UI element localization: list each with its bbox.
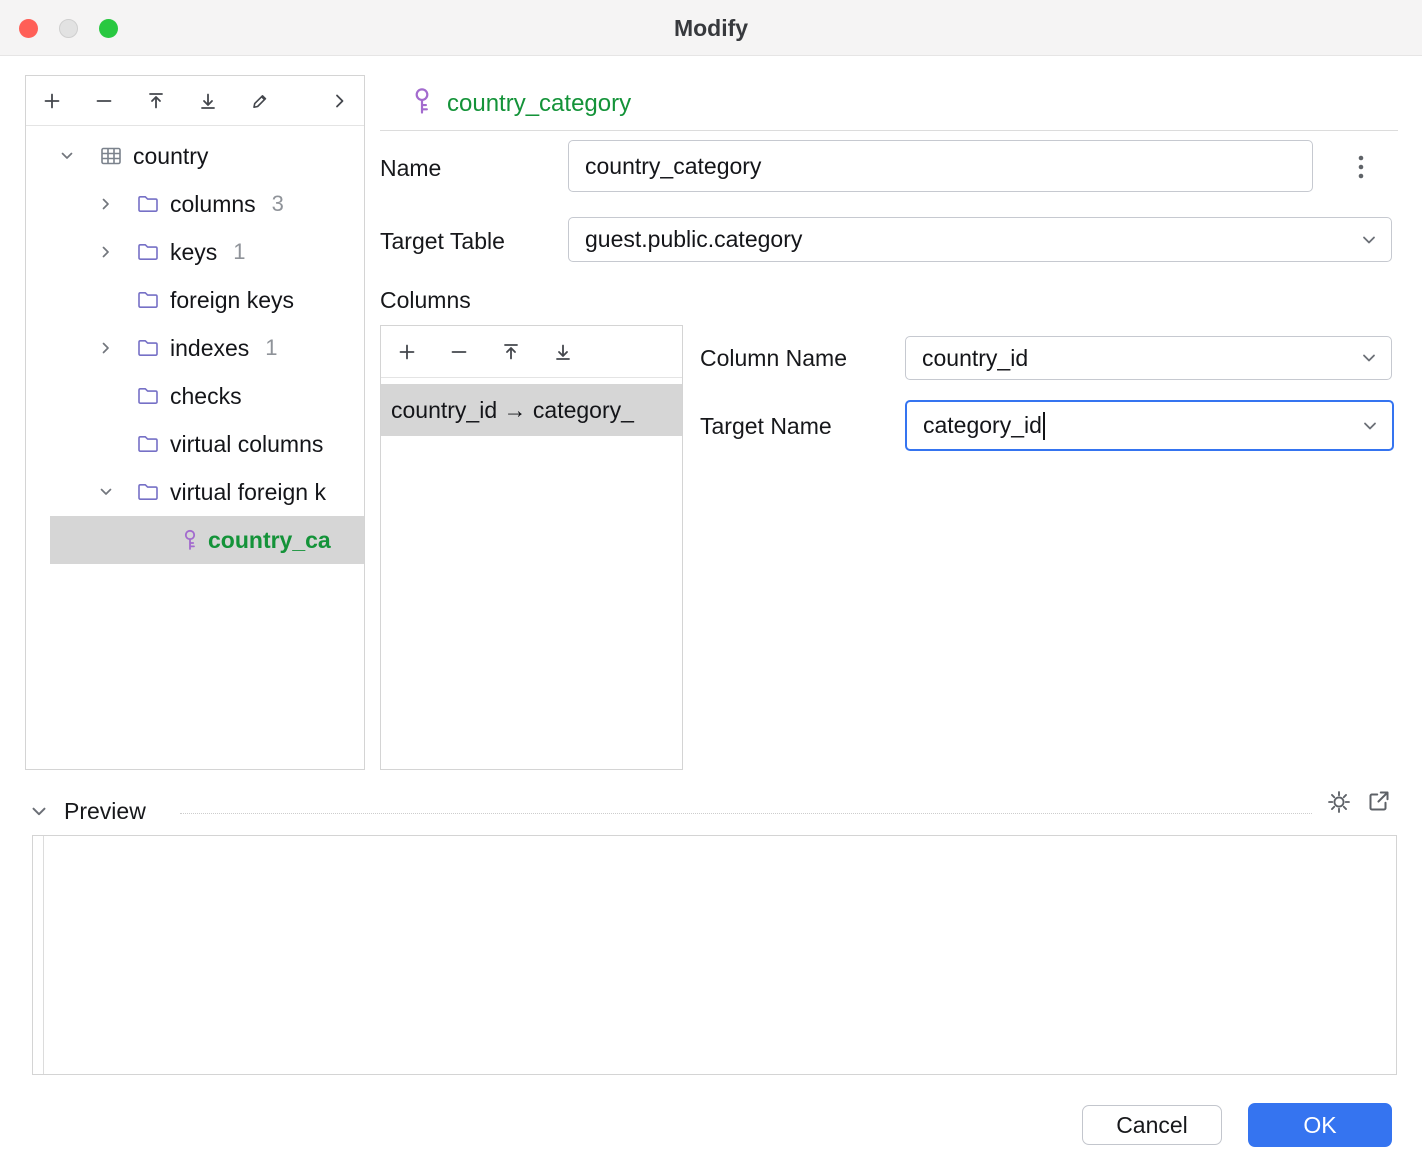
mapping-list-item[interactable]: country_id → category_: [381, 384, 682, 436]
plus-icon: [397, 342, 417, 362]
window-title: Modify: [0, 0, 1422, 56]
object-tree: country columns 3 keys 1 foreign keys: [26, 126, 364, 564]
move-mapping-down-button[interactable]: [553, 342, 573, 362]
tree-item-label: checks: [170, 383, 242, 410]
preview-toggle[interactable]: Preview: [28, 798, 146, 825]
tree-item-count: 3: [272, 191, 284, 217]
target-table-value: guest.public.category: [585, 226, 802, 253]
table-icon: [99, 144, 123, 168]
column-name-combo[interactable]: country_id: [905, 336, 1392, 380]
chevron-down-icon[interactable]: [96, 482, 116, 502]
kebab-menu-icon: [1357, 153, 1365, 181]
remove-button[interactable]: [94, 91, 114, 111]
title-bar: Modify: [0, 0, 1422, 56]
chevron-down-icon: [1360, 416, 1380, 436]
pencil-icon: [250, 91, 270, 111]
tree-item-count: 1: [265, 335, 277, 361]
edit-button[interactable]: [250, 91, 270, 111]
chevron-down-icon: [28, 801, 50, 823]
cancel-button[interactable]: Cancel: [1082, 1105, 1222, 1145]
arrow-up-bar-icon: [146, 91, 166, 111]
folder-icon: [136, 240, 160, 264]
modify-dialog: Modify: [0, 0, 1422, 1170]
tree-item-label: country: [133, 143, 208, 170]
tree-item-label: virtual columns: [170, 431, 323, 458]
tree-item-label: virtual foreign k: [170, 479, 326, 506]
tree-item-label: foreign keys: [170, 287, 294, 314]
key-icon: [408, 86, 436, 116]
columns-label: Columns: [380, 287, 471, 314]
folder-icon: [136, 480, 160, 504]
target-table-label: Target Table: [380, 228, 505, 255]
folder-icon: [136, 432, 160, 456]
remove-mapping-button[interactable]: [449, 342, 469, 362]
add-mapping-button[interactable]: [397, 342, 417, 362]
gear-icon: [1326, 789, 1352, 815]
chevron-down-icon: [1359, 348, 1379, 368]
tree-item-virtual-columns[interactable]: virtual columns: [26, 420, 364, 468]
minus-icon: [94, 91, 114, 111]
tree-item-virtual-foreign-keys[interactable]: virtual foreign k: [26, 468, 364, 516]
target-name-label: Target Name: [700, 413, 832, 440]
move-mapping-up-button[interactable]: [501, 342, 521, 362]
mapping-toolbar: [381, 326, 682, 378]
expand-toolbar-button[interactable]: [330, 91, 350, 111]
key-icon: [178, 528, 202, 552]
more-options-button[interactable]: [1344, 147, 1378, 187]
tree-item-label: indexes: [170, 335, 249, 362]
minus-icon: [449, 342, 469, 362]
preview-label: Preview: [64, 798, 146, 825]
object-tree-panel: country columns 3 keys 1 foreign keys: [25, 75, 365, 770]
folder-icon: [136, 288, 160, 312]
tree-item-country[interactable]: country: [26, 132, 364, 180]
chevron-right-icon[interactable]: [96, 338, 116, 358]
open-in-editor-button[interactable]: [1366, 788, 1392, 814]
ok-button[interactable]: OK: [1248, 1103, 1392, 1147]
mapping-text: country_id → category_: [391, 397, 634, 424]
column-name-label: Column Name: [700, 345, 847, 372]
tree-item-label: country_ca: [208, 527, 331, 554]
target-name-value: category_id: [923, 412, 1042, 439]
arrow-down-bar-icon: [553, 342, 573, 362]
add-button[interactable]: [42, 91, 62, 111]
preview-settings-button[interactable]: [1326, 789, 1352, 815]
name-label: Name: [380, 155, 441, 182]
tree-item-checks[interactable]: checks: [26, 372, 364, 420]
text-caret: [1043, 412, 1045, 440]
column-name-value: country_id: [922, 345, 1028, 372]
plus-icon: [42, 91, 62, 111]
move-down-button[interactable]: [198, 91, 218, 111]
sql-preview-editor[interactable]: [32, 835, 1397, 1075]
preview-separator: [180, 813, 1312, 814]
tree-item-foreign-keys[interactable]: foreign keys: [26, 276, 364, 324]
chevron-right-icon[interactable]: [96, 194, 116, 214]
move-up-button[interactable]: [146, 91, 166, 111]
chevron-down-icon: [1359, 230, 1379, 250]
tree-item-columns[interactable]: columns 3: [26, 180, 364, 228]
tree-item-country-category[interactable]: country_ca: [50, 516, 364, 564]
folder-icon: [136, 384, 160, 408]
chevron-down-icon[interactable]: [57, 146, 77, 166]
tree-toolbar: [26, 76, 364, 126]
header-divider: [380, 130, 1398, 131]
target-name-combo[interactable]: category_id: [905, 400, 1394, 451]
tree-item-label: columns: [170, 191, 256, 218]
target-table-combo[interactable]: guest.public.category: [568, 217, 1392, 262]
name-input[interactable]: [568, 140, 1313, 192]
folder-icon: [136, 336, 160, 360]
chevron-right-icon: [330, 91, 350, 111]
arrow-down-bar-icon: [198, 91, 218, 111]
tree-item-count: 1: [233, 239, 245, 265]
foreign-key-title: country_category: [447, 90, 631, 118]
column-mapping-panel: country_id → category_: [380, 325, 683, 770]
folder-icon: [136, 192, 160, 216]
tree-item-indexes[interactable]: indexes 1: [26, 324, 364, 372]
chevron-right-icon[interactable]: [96, 242, 116, 262]
tree-item-keys[interactable]: keys 1: [26, 228, 364, 276]
open-in-new-icon: [1366, 788, 1392, 814]
editor-gutter: [33, 836, 44, 1074]
arrow-up-bar-icon: [501, 342, 521, 362]
tree-item-label: keys: [170, 239, 217, 266]
